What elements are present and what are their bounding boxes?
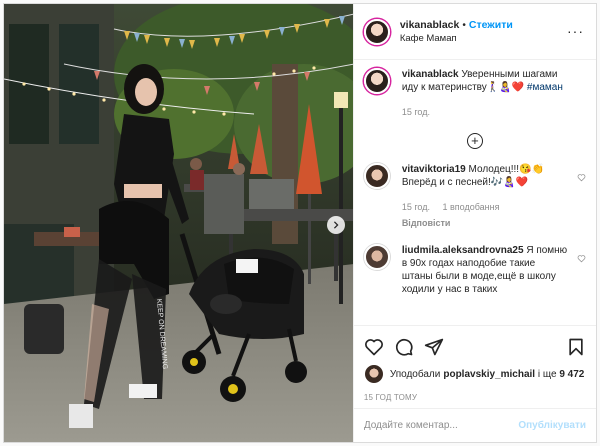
caption-time[interactable]: 15 год. (402, 107, 430, 117)
header-text: vikanablack • Стежити Кафе Мамап (400, 19, 513, 45)
follow-button[interactable]: Стежити (469, 19, 513, 31)
share-icon[interactable] (424, 337, 444, 357)
caption-meta: 15 год. (402, 106, 568, 119)
plus-icon: + (471, 133, 479, 148)
post-side-panel: vikanablack • Стежити Кафе Мамап ··· vikan… (352, 4, 596, 442)
comment-meta: 15 год. 1 вподобання Відповісти (402, 201, 568, 230)
post-time[interactable]: 15 ГОД ТОМУ (364, 393, 586, 402)
likes-summary: Уподобали poplavskiy_michail і ще 9 472 (363, 364, 586, 384)
caption: vikanablack Уверенными шагами иду к мате… (363, 68, 586, 119)
comment-time[interactable]: 15 год. (402, 202, 430, 212)
next-photo-button[interactable] (326, 216, 345, 234)
comment-likes[interactable]: 1 вподобання (442, 202, 499, 212)
post-modal: KEEP ON DREAMING vikanablack • Стежити К… (3, 3, 597, 443)
comment-username[interactable]: vitaviktoria19 (402, 164, 466, 175)
likes-middle: і ще (535, 368, 560, 380)
reply-button[interactable]: Відповісти (402, 217, 568, 230)
comment-avatar[interactable] (363, 163, 390, 189)
liker-avatar[interactable] (363, 364, 384, 384)
author-username[interactable]: vikanablack (400, 19, 460, 31)
chevron-right-icon (333, 221, 339, 229)
liker-username[interactable]: poplavskiy_michail (443, 369, 535, 380)
comment-username[interactable]: liudmila.aleksandrovna25 (402, 245, 524, 256)
post-header: vikanablack • Стежити Кафе Мамап ··· (353, 4, 596, 60)
likes-prefix: Уподобали (389, 368, 441, 380)
header-separator: • (462, 19, 466, 31)
comment-item: liudmila.aleksandrovna25 Я помню в 90х г… (363, 244, 586, 296)
post-location[interactable]: Кафе Мамап (400, 32, 513, 45)
comment-item: vitaviktoria19 Молодец!!!😘👏 Вперёд и с п… (363, 163, 586, 230)
publish-button[interactable]: Опублікувати (518, 420, 586, 431)
author-avatar[interactable] (363, 18, 390, 45)
caption-username[interactable]: vikanablack (402, 69, 459, 80)
action-icons (364, 334, 586, 360)
load-more-comments-button[interactable]: + (466, 133, 483, 149)
comment-input[interactable] (363, 420, 519, 431)
more-horizontal-icon[interactable]: ··· (567, 24, 584, 38)
caption-avatar[interactable] (363, 68, 390, 94)
likes-count[interactable]: 9 472 (559, 369, 584, 380)
comment-heart-icon[interactable] (577, 173, 586, 182)
comment-body: vitaviktoria19 Молодец!!!😘👏 Вперёд и с п… (402, 163, 586, 230)
add-comment-bar: Опублікувати (353, 408, 596, 442)
comments-list[interactable]: vikanablack Уверенными шагами иду к мате… (354, 60, 596, 325)
post-actions: Уподобали poplavskiy_michail і ще 9 472 … (353, 325, 596, 408)
comment-icon[interactable] (394, 337, 414, 357)
comment-avatar[interactable] (363, 244, 390, 270)
photo-illustration: KEEP ON DREAMING (4, 4, 353, 442)
comment-body: liudmila.aleksandrovna25 Я помню в 90х г… (402, 244, 586, 296)
heart-icon[interactable] (364, 337, 384, 357)
bookmark-icon[interactable] (566, 337, 586, 357)
caption-body: vikanablack Уверенными шагами иду к мате… (402, 68, 586, 119)
comment-heart-icon[interactable] (577, 254, 586, 263)
caption-hashtag[interactable]: #маман (527, 82, 563, 93)
post-photo[interactable]: KEEP ON DREAMING (4, 4, 353, 442)
